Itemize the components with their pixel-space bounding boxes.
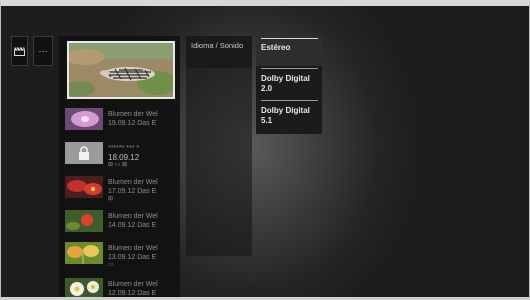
selection-indicator [261, 38, 318, 39]
recording-title: Blumen der Wel [108, 281, 158, 288]
list-item[interactable]: Blumen der Wel 12.09.12 Das E [65, 278, 177, 297]
list-item[interactable]: Blumen der Wel 17.09.12 Das E ⊞ [65, 176, 177, 204]
tv-screen: ··· Blumen der Wel 19.09.12 Das E ******… [0, 0, 530, 300]
recording-thumbnail [65, 176, 103, 198]
daisy-image [65, 278, 103, 297]
divider [261, 68, 318, 69]
menu-item-label: Idioma / Sonido [191, 41, 244, 50]
option-dolby-digital-2-0[interactable]: Dolby Digital 2.0 [256, 74, 322, 94]
recording-date: 13.09.12 Das E [108, 254, 157, 261]
recording-date: 14.09.12 Das E [108, 222, 157, 229]
recordings-list: Blumen der Wel 19.09.12 Das E ****** ***… [59, 36, 180, 297]
recording-thumbnail [65, 210, 103, 232]
locked-thumbnail [65, 142, 103, 164]
recording-info-icons: ⊞ [108, 196, 114, 202]
poppy-image [65, 210, 103, 232]
list-item[interactable]: ****** *** * 18.09.12 ⊞ ▭ ⊠ [65, 142, 177, 170]
preview-thumbnail[interactable] [67, 41, 175, 99]
more-options-button[interactable]: ··· [33, 36, 53, 66]
settings-category-column: Idioma / Sonido [186, 36, 252, 256]
recording-date: 19.09.12 Das E [108, 120, 157, 127]
option-label: Dolby Digital 5.1 [261, 106, 310, 125]
recording-date: 17.09.12 Das E [108, 188, 157, 195]
red-flower-image [65, 176, 103, 198]
recording-info-icons: ▭ [108, 262, 114, 268]
clapperboard-icon [14, 46, 25, 56]
clapperboard-icon-button[interactable] [11, 36, 28, 66]
recording-thumbnail [65, 278, 103, 297]
option-label: Estéreo [261, 43, 291, 52]
option-stereo[interactable]: Estéreo [256, 36, 322, 66]
audio-options-menu: Estéreo Dolby Digital 2.0 Dolby Digital … [256, 36, 322, 134]
tulip-image [65, 242, 103, 264]
menu-item-audio-language[interactable]: Idioma / Sonido [186, 36, 252, 68]
recording-title: Blumen der Wel [108, 245, 158, 252]
lock-icon [79, 146, 89, 160]
recording-title: Blumen der Wel [108, 179, 158, 186]
recording-date: 18.09.12 [108, 153, 140, 162]
recording-title: ****** *** * [108, 145, 140, 152]
recording-date: 12.09.12 Das E [108, 290, 157, 297]
more-dots-icon: ··· [38, 46, 48, 56]
recording-title: Blumen der Wel [108, 213, 158, 220]
recording-title: Blumen der Wel [108, 111, 158, 118]
option-label: Dolby Digital 2.0 [261, 74, 310, 93]
divider [261, 100, 318, 101]
recording-info-icons: ⊞ ▭ ⊠ [108, 162, 128, 168]
recording-thumbnail [65, 242, 103, 264]
list-item[interactable]: Blumen der Wel 13.09.12 Das E ▭ [65, 242, 177, 270]
recording-thumbnail [65, 108, 103, 130]
option-dolby-digital-5-1[interactable]: Dolby Digital 5.1 [256, 106, 322, 126]
list-item[interactable]: Blumen der Wel 14.09.12 Das E [65, 210, 177, 238]
zebra-preview-image [69, 43, 173, 97]
list-item[interactable]: Blumen der Wel 19.09.12 Das E [65, 108, 177, 136]
pink-flower-image [65, 108, 103, 130]
